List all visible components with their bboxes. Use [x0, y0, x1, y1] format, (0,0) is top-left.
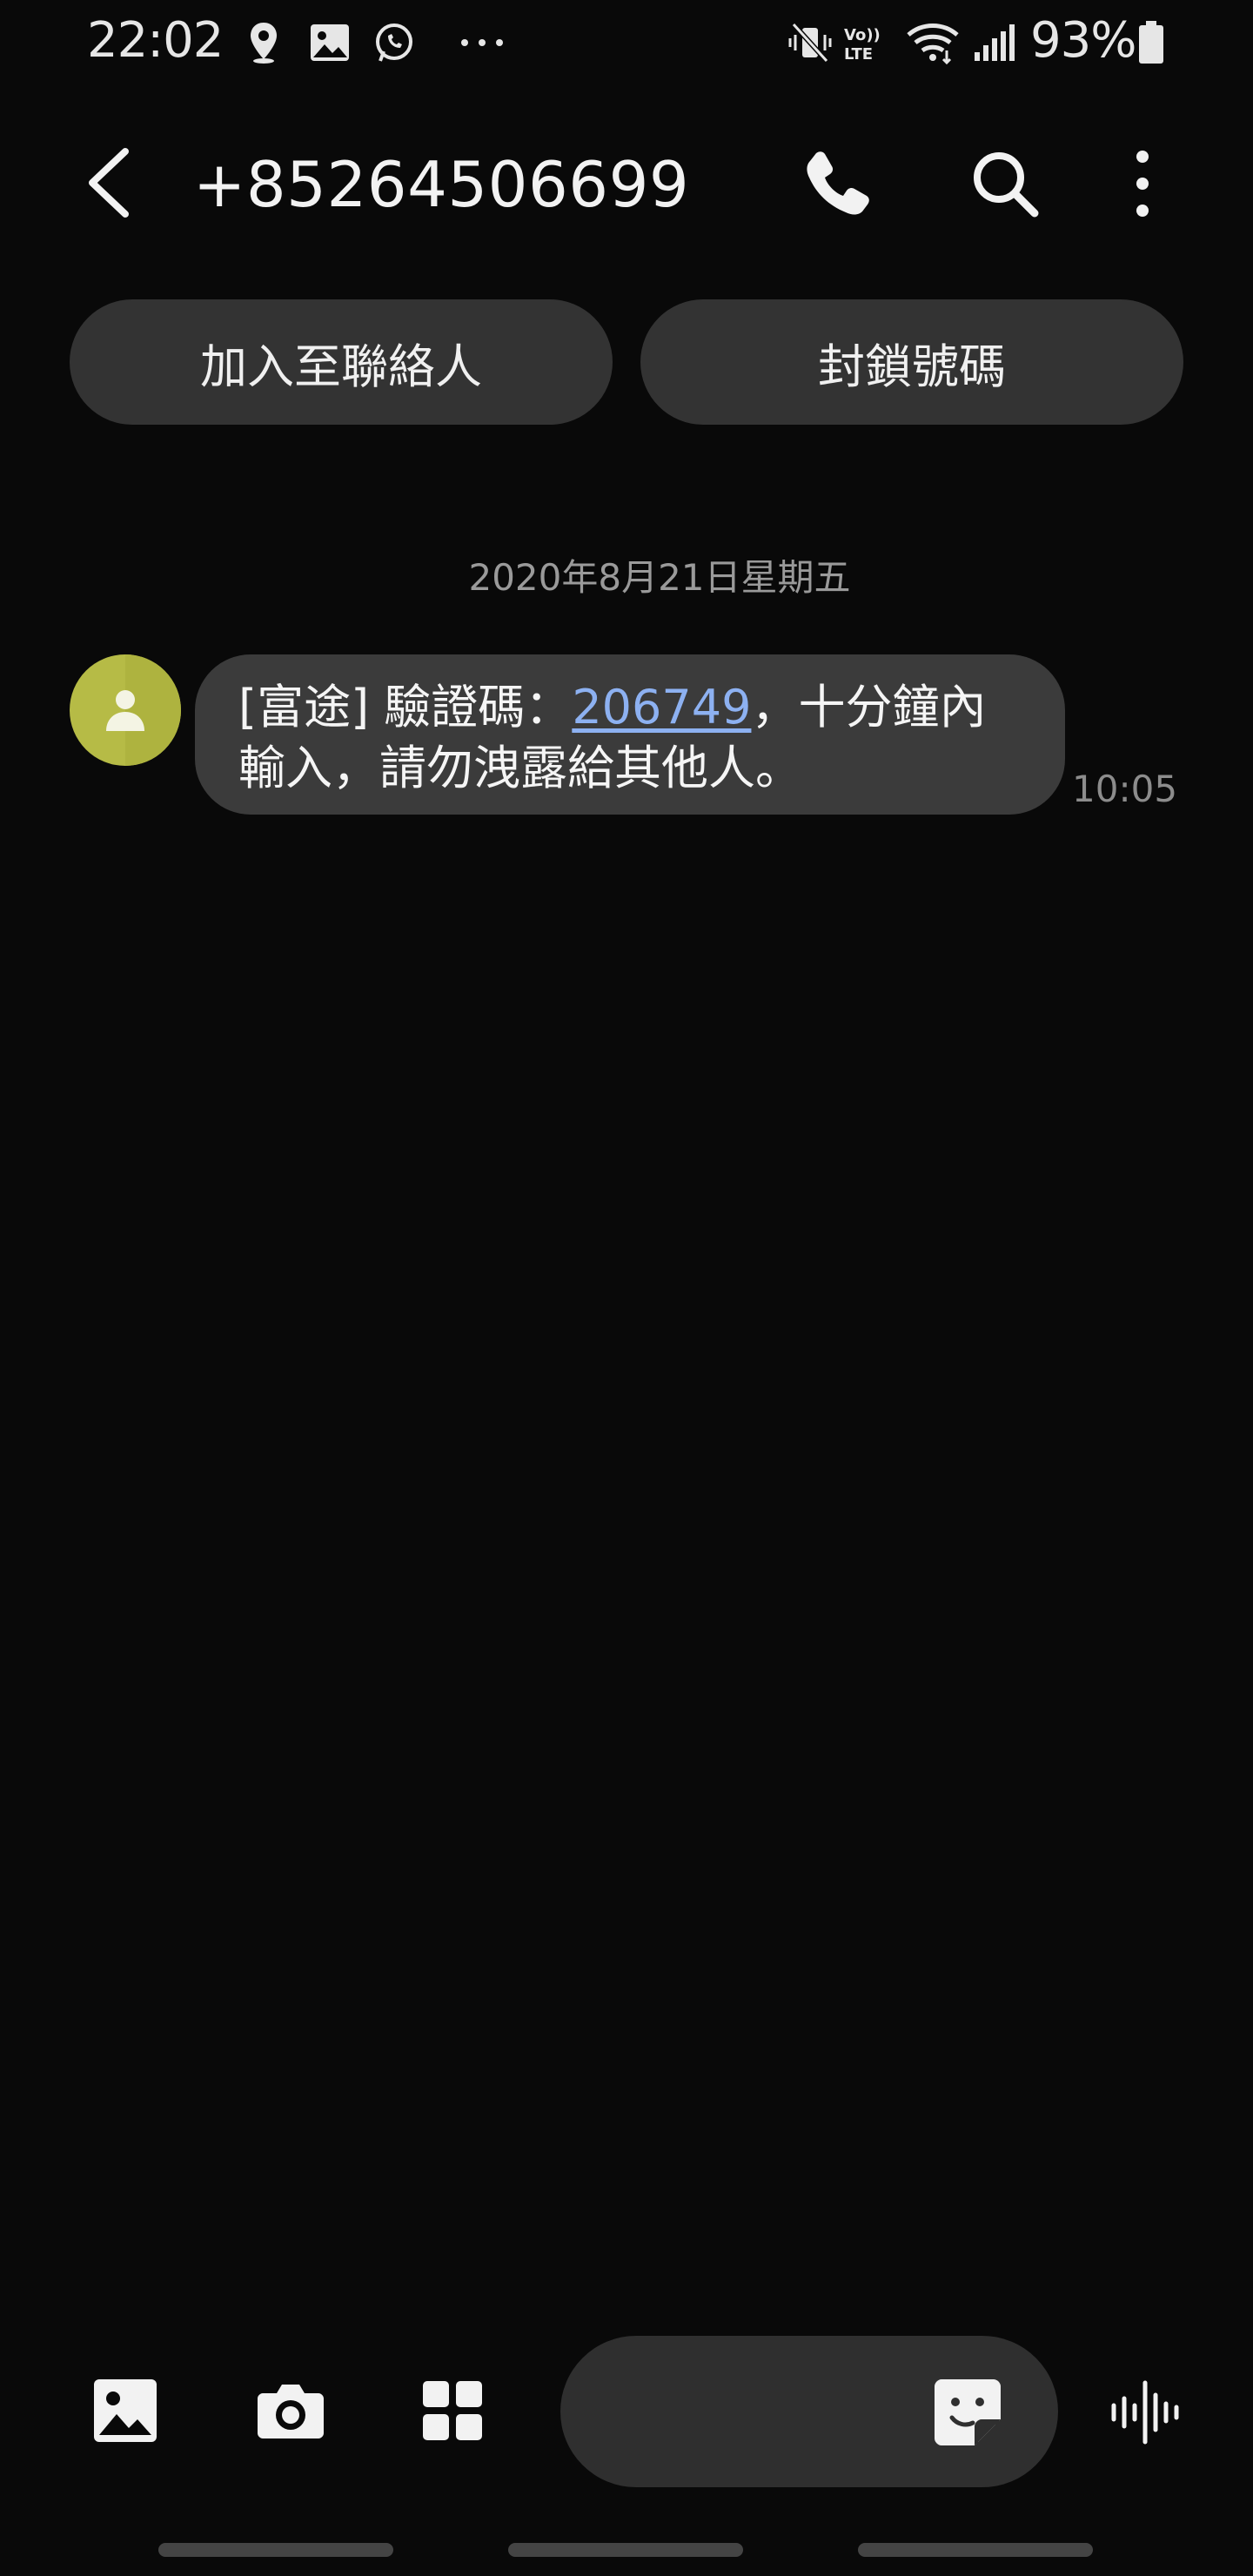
back-arrow-icon — [89, 148, 129, 218]
camera-icon — [258, 2385, 324, 2438]
svg-text:LTE: LTE — [844, 45, 873, 64]
more-dots-icon — [456, 19, 508, 66]
call-button[interactable] — [799, 144, 877, 223]
gallery-button[interactable] — [90, 2376, 160, 2445]
app-bar: +85264506699 — [0, 113, 1253, 252]
wifi-icon — [905, 19, 961, 66]
more-options-button[interactable] — [1103, 144, 1182, 223]
phone-icon — [807, 151, 869, 215]
nav-back-button[interactable] — [858, 2543, 1093, 2557]
search-button[interactable] — [966, 144, 1044, 223]
message-text-prefix: [富途] 驗證碼： — [238, 680, 573, 735]
battery-icon — [1136, 19, 1166, 66]
conversation-title: +85264506699 — [193, 148, 690, 221]
apps-grid-icon — [423, 2381, 482, 2440]
nav-recents-button[interactable] — [158, 2543, 393, 2557]
location-pin-icon — [242, 19, 285, 66]
nav-home-button[interactable] — [508, 2543, 743, 2557]
message-bubble[interactable]: [富途] 驗證碼：206749，十分鐘內輸入，請勿洩露給其他人。 — [195, 654, 1065, 815]
sticker-icon — [935, 2379, 1001, 2445]
avatar[interactable] — [70, 654, 181, 766]
verification-code-link[interactable]: 206749 — [572, 680, 751, 735]
vibrate-mute-icon — [787, 19, 834, 66]
status-bar: 22:02 Vo)) LTE 93% — [0, 0, 1253, 87]
date-separator: 2020年8月21日星期五 — [468, 556, 851, 599]
voice-input-button[interactable] — [1109, 2379, 1182, 2445]
signal-icon — [971, 19, 1016, 66]
gallery-icon — [94, 2379, 157, 2442]
message-input[interactable] — [560, 2336, 1058, 2487]
person-icon — [106, 690, 144, 731]
block-number-button[interactable]: 封鎖號碼 — [640, 299, 1183, 425]
whatsapp-icon — [372, 19, 416, 66]
add-to-contacts-button[interactable]: 加入至聯絡人 — [70, 299, 613, 425]
search-icon — [974, 152, 1039, 218]
message-time: 10:05 — [1072, 768, 1178, 810]
gallery-icon — [308, 19, 352, 66]
volte-icon: Vo)) LTE — [841, 19, 889, 66]
svg-text:Vo)): Vo)) — [844, 26, 881, 44]
back-button[interactable] — [77, 144, 143, 221]
status-time: 22:02 — [87, 12, 224, 69]
camera-button[interactable] — [254, 2376, 327, 2445]
apps-button[interactable] — [418, 2376, 487, 2445]
battery-percent: 93% — [1030, 12, 1136, 69]
more-vert-icon — [1136, 151, 1149, 217]
voice-wave-icon — [1111, 2380, 1179, 2445]
sticker-button[interactable] — [931, 2376, 1004, 2449]
